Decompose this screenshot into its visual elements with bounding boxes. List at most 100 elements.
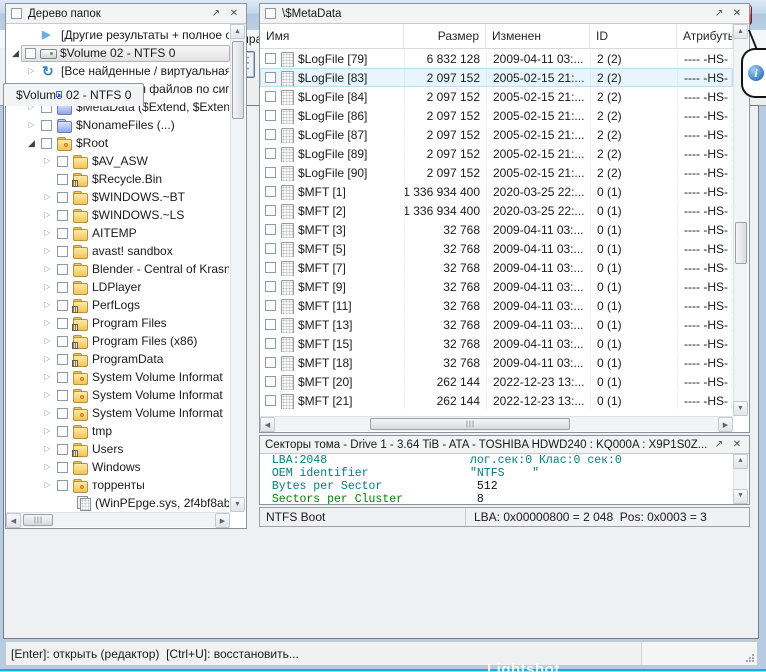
tree-item-avast-sandbox[interactable]: ▷avast! sandbox — [6, 242, 230, 260]
expand-arrow-icon[interactable]: ▷ — [26, 116, 37, 134]
column-header-modified[interactable]: Изменен — [486, 24, 590, 48]
expand-arrow-icon[interactable]: ▷ — [42, 206, 53, 224]
tree-horizontal-scrollbar[interactable]: ◀ ▶ — [6, 512, 230, 527]
file-checkbox[interactable] — [265, 186, 276, 197]
table-row[interactable]: $MFT [20]262 1442022-12-23 13:...0 (1)--… — [260, 372, 733, 391]
expand-arrow-icon[interactable]: ▷ — [42, 368, 53, 386]
expand-arrow-icon[interactable]: ▷ — [42, 458, 53, 476]
collapse-arrow-icon[interactable]: ◢ — [10, 44, 21, 62]
table-row[interactable]: $MFT [9]32 7682009-04-11 03:...0 (1)----… — [260, 277, 733, 296]
panel-checkbox[interactable] — [265, 8, 276, 19]
tree-item-programdata[interactable]: ▷ProgramData — [6, 350, 230, 368]
file-checkbox[interactable] — [265, 167, 276, 178]
file-checkbox[interactable] — [265, 243, 276, 254]
tree-item-checkbox[interactable] — [57, 300, 68, 311]
tree-item-checkbox[interactable] — [57, 156, 68, 167]
file-checkbox[interactable] — [265, 281, 276, 292]
table-row[interactable]: $LogFile [86]2 097 1522005-02-15 21:...2… — [260, 106, 733, 125]
table-row[interactable]: $MFT [15]32 7682009-04-11 03:...0 (1)---… — [260, 334, 733, 353]
expand-arrow-icon[interactable]: ▷ — [42, 350, 53, 368]
table-horizontal-scrollbar[interactable]: ◀ ▶ — [260, 416, 733, 431]
file-checkbox[interactable] — [265, 357, 276, 368]
hex-viewer[interactable]: LBA:2048лог.сек:0 Клас:0 сек:0 OEM ident… — [260, 454, 749, 504]
table-row[interactable]: $MFT [11]32 7682009-04-11 03:...0 (1)---… — [260, 296, 733, 315]
expand-arrow-icon[interactable]: ▷ — [42, 152, 53, 170]
scroll-left-icon[interactable]: ◀ — [260, 417, 275, 432]
tree-item-[interactable]: ▷торренты — [6, 476, 230, 494]
tree-hscrollbar-thumb[interactable] — [23, 514, 53, 526]
close-panel-icon[interactable]: ✕ — [227, 8, 241, 19]
tree-item-[interactable]: ▷[Все найденные / виртуальная — [6, 62, 230, 80]
table-row[interactable]: $LogFile [89]2 097 1522005-02-15 21:...2… — [260, 144, 733, 163]
tree-item-winpepge-sys-2f4bf8ab-f9[interactable]: (WinPEpge.sys, 2f4bf8ab-f9 — [6, 494, 230, 512]
scroll-up-icon[interactable]: ▲ — [230, 24, 245, 39]
table-row[interactable]: $MFT [5]32 7682009-04-11 03:...0 (1)----… — [260, 239, 733, 258]
tree-item-windows-bt[interactable]: ▷$WINDOWS.~BT — [6, 188, 230, 206]
tree-item-checkbox[interactable] — [41, 120, 52, 131]
scroll-left-icon[interactable]: ◀ — [6, 513, 21, 528]
resize-grip[interactable] — [745, 653, 755, 663]
table-row[interactable]: $LogFile [83]2 097 1522005-02-15 21:...2… — [260, 68, 733, 87]
tree-item-users[interactable]: ▷Users — [6, 440, 230, 458]
tree-item-tmp[interactable]: ▷tmp — [6, 422, 230, 440]
tree-item-root[interactable]: ◢$Root — [6, 134, 230, 152]
file-checkbox[interactable] — [265, 376, 276, 387]
expand-arrow-icon[interactable]: ▷ — [42, 278, 53, 296]
tree-item-checkbox[interactable] — [57, 192, 68, 203]
tree-item-checkbox[interactable] — [57, 228, 68, 239]
tree-vertical-scrollbar[interactable]: ▲ ▼ — [230, 24, 245, 512]
column-header-size[interactable]: Размер — [404, 24, 486, 48]
column-header-id[interactable]: ID — [590, 24, 677, 48]
table-row[interactable]: $MFT [7]32 7682009-04-11 03:...0 (1)----… — [260, 258, 733, 277]
column-header-attributes[interactable]: Атрибуты — [677, 24, 733, 48]
scroll-right-icon[interactable]: ▶ — [215, 513, 230, 528]
tree-item-recycle-bin[interactable]: $Recycle.Bin — [6, 170, 230, 188]
scroll-down-icon[interactable]: ▼ — [733, 401, 748, 416]
table-row[interactable]: $LogFile [79]6 832 1282009-04-11 03:...2… — [260, 49, 733, 68]
column-header-name[interactable]: Имя — [260, 24, 404, 48]
tree-item-checkbox[interactable] — [57, 282, 68, 293]
expand-arrow-icon[interactable]: ▷ — [42, 242, 53, 260]
table-row[interactable]: $MFT [18]32 7682009-04-11 03:...0 (1)---… — [260, 353, 733, 372]
panel-checkbox[interactable] — [11, 8, 22, 19]
table-scrollbar-thumb[interactable] — [735, 222, 747, 264]
scroll-right-icon[interactable]: ▶ — [718, 417, 733, 432]
tree-item-system-volume-informat[interactable]: ▷System Volume Informat — [6, 386, 230, 404]
tree-item-system-volume-informat[interactable]: ▷System Volume Informat — [6, 404, 230, 422]
file-checkbox[interactable] — [265, 129, 276, 140]
table-row[interactable]: $LogFile [87]2 097 1522005-02-15 21:...2… — [260, 125, 733, 144]
tree-item-aitemp[interactable]: ▷AITEMP — [6, 224, 230, 242]
table-hscrollbar-thumb[interactable] — [370, 418, 570, 430]
hex-vertical-scrollbar[interactable]: ▲ ▼ — [733, 454, 748, 504]
tree-item-volume-02-ntfs-0[interactable]: ◢$Volume 02 - NTFS 0 — [6, 44, 230, 62]
table-row[interactable]: $MFT [3]32 7682009-04-11 03:...0 (1)----… — [260, 220, 733, 239]
table-row[interactable]: $MFT [1]1 336 934 4002020-03-25 22:...0 … — [260, 182, 733, 201]
expand-arrow-icon[interactable]: ▷ — [42, 332, 53, 350]
file-checkbox[interactable] — [265, 110, 276, 121]
expand-arrow-icon[interactable]: ▷ — [42, 440, 53, 458]
tree-item-checkbox[interactable] — [57, 480, 68, 491]
expand-arrow-icon[interactable]: ▷ — [42, 188, 53, 206]
close-panel-icon[interactable]: ✕ — [730, 439, 744, 450]
expand-arrow-icon[interactable]: ▷ — [42, 296, 53, 314]
tree-item-checkbox[interactable] — [57, 408, 68, 419]
maximize-panel-icon[interactable]: ↗ — [209, 8, 223, 19]
tree-item-checkbox[interactable] — [57, 462, 68, 473]
file-checkbox[interactable] — [265, 72, 276, 83]
folder-tree-panel-header[interactable]: Дерево папок ↗ ✕ — [6, 4, 246, 24]
scroll-down-icon[interactable]: ▼ — [230, 497, 245, 512]
tree-item-checkbox[interactable] — [57, 354, 68, 365]
metadata-panel-header[interactable]: \$MetaData ↗ ✕ — [260, 4, 749, 24]
tree-item-windows-ls[interactable]: ▷$WINDOWS.~LS — [6, 206, 230, 224]
maximize-panel-icon[interactable]: ↗ — [712, 8, 726, 19]
tree-item-checkbox[interactable] — [57, 174, 68, 185]
table-row[interactable]: $MFT [21]262 1442022-12-23 13:...0 (1)--… — [260, 391, 733, 410]
tree-item-system-volume-informat[interactable]: ▷System Volume Informat — [6, 368, 230, 386]
tree-item-program-files[interactable]: ▷Program Files — [6, 314, 230, 332]
sectors-panel-header[interactable]: Секторы тома - Drive 1 - 3.64 TiB - ATA … — [260, 436, 749, 454]
tree-item-nonamefiles[interactable]: ▷$NonameFiles (...) — [6, 116, 230, 134]
expand-arrow-icon[interactable]: ▷ — [42, 224, 53, 242]
tree-item-checkbox[interactable] — [25, 48, 36, 59]
tree-item-windows[interactable]: ▷Windows — [6, 458, 230, 476]
file-checkbox[interactable] — [265, 338, 276, 349]
